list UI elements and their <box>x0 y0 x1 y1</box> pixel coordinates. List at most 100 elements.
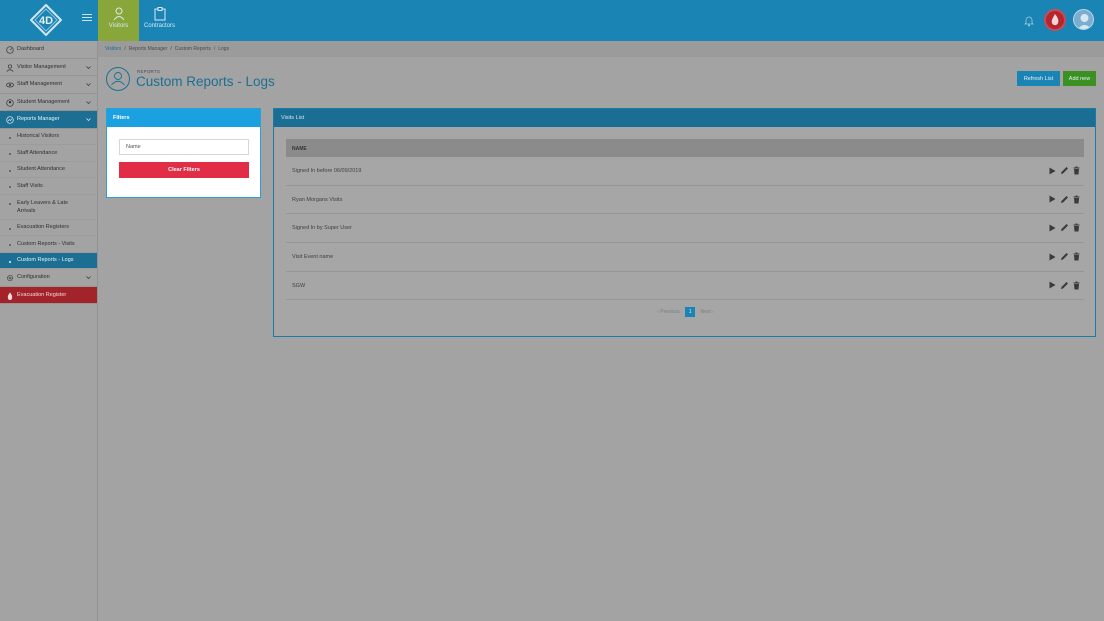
user-icon <box>1077 14 1092 29</box>
sidebar-subitem-staff-attendance[interactable]: Staff Attendance <box>0 145 97 162</box>
pencil-icon[interactable] <box>1060 252 1069 261</box>
visits-list-panel: Visits List NAME Signed In before 06/09/… <box>273 108 1096 337</box>
sidebar-item-label: Visitor Management <box>17 63 66 70</box>
visits-table: NAME Signed In before 06/09/2019 Ryan Mo… <box>286 139 1084 301</box>
flame-icon <box>1051 14 1059 26</box>
sidebar-subitem-label: Custom Reports - Logs <box>17 257 74 264</box>
trash-icon[interactable] <box>1073 252 1080 261</box>
pencil-icon[interactable] <box>1060 281 1069 290</box>
sidebar-item-student-management[interactable]: Student Management <box>0 94 97 111</box>
pagination: ‹ Previous 1 Next › <box>274 307 1097 317</box>
add-new-button[interactable]: Add new <box>1063 71 1096 86</box>
row-name: Visit Event name <box>292 253 334 260</box>
visitor-icon <box>6 63 14 72</box>
pencil-icon[interactable] <box>1060 223 1069 232</box>
breadcrumb-link-reports-manager[interactable]: Reports Manager <box>129 46 168 52</box>
breadcrumb-link-visitors[interactable]: Visitors <box>105 46 121 52</box>
sidebar-item-reports-manager[interactable]: Reports Manager <box>0 111 97 129</box>
chevron-down-icon <box>86 83 91 86</box>
trash-icon[interactable] <box>1073 166 1080 175</box>
sidebar-item-label: Student Management <box>17 98 70 105</box>
sidebar: Dashboard Visitor Management Staff Manag… <box>0 41 98 621</box>
sidebar-item-staff-management[interactable]: Staff Management <box>0 76 97 94</box>
sidebar-subitem-label: Early Leavers & Late Arrivals <box>17 199 69 214</box>
chevron-right-icon[interactable]: › <box>712 309 714 315</box>
logo-icon[interactable]: 4D <box>29 3 63 37</box>
trash-icon[interactable] <box>1073 281 1080 290</box>
pencil-icon[interactable] <box>1060 166 1069 175</box>
page-title: Custom Reports - Logs <box>136 74 275 89</box>
app-tab-visitors[interactable]: Visitors <box>98 0 139 41</box>
play-icon[interactable] <box>1049 195 1056 203</box>
chevron-down-icon <box>86 100 91 104</box>
visits-list-title: Visits List <box>274 109 1095 127</box>
row-name: SGW <box>292 282 306 289</box>
name-filter-input[interactable] <box>119 139 249 155</box>
trash-icon[interactable] <box>1073 223 1080 232</box>
table-row[interactable]: Ryan Morgans Visits <box>286 186 1084 215</box>
pager-previous[interactable]: Previous <box>660 309 679 315</box>
user-icon <box>111 72 125 86</box>
evacuation-alarm-button[interactable] <box>1044 9 1066 31</box>
sidebar-item-label: Reports Manager <box>17 116 60 123</box>
student-icon <box>6 98 14 107</box>
table-row[interactable]: SGW <box>286 272 1084 301</box>
clear-filters-button[interactable]: Clear Filters <box>119 162 249 178</box>
chevron-down-icon <box>86 276 91 279</box>
chevron-left-icon[interactable]: ‹ <box>657 309 659 315</box>
sidebar-subitem-label: Student Attendance <box>17 166 66 173</box>
gear-icon <box>6 274 14 282</box>
row-name: Signed In by Super User <box>292 225 352 232</box>
sidebar-subitem-historical-visitors[interactable]: Historical Visitors <box>0 129 97 145</box>
row-name: Ryan Morgans Visits <box>292 196 343 203</box>
chevron-down-icon <box>86 65 91 69</box>
reports-icon <box>6 116 14 124</box>
sidebar-subitem-label: Custom Reports - Visits <box>17 240 75 247</box>
top-bar: 4D Visitors Contractors <box>0 0 1104 41</box>
column-header-name[interactable]: NAME <box>286 139 1084 157</box>
sidebar-item-label: Dashboard <box>17 46 44 53</box>
table-row[interactable]: Signed In before 06/09/2019 <box>286 157 1084 186</box>
table-row[interactable]: Visit Event name <box>286 243 1084 272</box>
sidebar-subitem-label: Staff Visits <box>17 182 43 189</box>
eye-icon <box>6 82 14 88</box>
sidebar-subitem-custom-reports-visits[interactable]: Custom Reports - Visits <box>0 236 97 253</box>
sidebar-item-visitor-management[interactable]: Visitor Management <box>0 59 97 76</box>
play-icon[interactable] <box>1049 167 1056 175</box>
sidebar-subitem-staff-visits[interactable]: Staff Visits <box>0 178 97 195</box>
refresh-list-button[interactable]: Refresh List <box>1017 71 1060 86</box>
dashboard-icon <box>6 46 14 54</box>
sidebar-subitem-custom-reports-logs[interactable]: Custom Reports - Logs <box>0 252 97 269</box>
sidebar-subitem-early-leavers[interactable]: Early Leavers & Late Arrivals <box>0 195 97 220</box>
visitor-icon <box>113 7 124 21</box>
pager-page-1[interactable]: 1 <box>685 307 696 317</box>
sidebar-subitem-evacuation-registers[interactable]: Evacuation Registers <box>0 220 97 236</box>
sidebar-subitem-student-attendance[interactable]: Student Attendance <box>0 162 97 178</box>
svg-text:4D: 4D <box>39 15 53 27</box>
breadcrumb: Visitors / Reports Manager / Custom Reports /… <box>98 41 1104 57</box>
user-avatar[interactable] <box>1073 9 1094 30</box>
table-row[interactable]: Signed In by Super User <box>286 214 1084 244</box>
sidebar-subitem-label: Historical Visitors <box>17 133 60 140</box>
clipboard-icon <box>154 7 165 21</box>
app-tab-label: Contractors <box>143 23 175 29</box>
app-tab-contractors[interactable]: Contractors <box>139 0 180 41</box>
filters-title: Filters <box>107 109 260 127</box>
sidebar-item-evacuation-register[interactable]: Evacuation Register <box>0 286 97 304</box>
play-icon[interactable] <box>1049 253 1056 261</box>
play-icon[interactable] <box>1049 281 1056 289</box>
page-icon <box>106 67 130 91</box>
sidebar-item-label: Configuration <box>17 274 50 281</box>
filters-panel: Filters Clear Filters <box>106 108 261 198</box>
play-icon[interactable] <box>1049 224 1056 232</box>
pager-next[interactable]: Next <box>700 309 710 315</box>
sidebar-item-dashboard[interactable]: Dashboard <box>0 41 97 59</box>
pencil-icon[interactable] <box>1060 195 1069 204</box>
trash-icon[interactable] <box>1073 195 1080 204</box>
breadcrumb-link-custom-reports[interactable]: Custom Reports <box>175 46 211 52</box>
row-name: Signed In before 06/09/2019 <box>292 167 362 174</box>
sidebar-subitem-label: Evacuation Registers <box>17 224 69 231</box>
bell-icon[interactable] <box>1024 14 1034 32</box>
sidebar-item-configuration[interactable]: Configuration <box>0 269 97 287</box>
menu-icon[interactable] <box>82 14 92 24</box>
